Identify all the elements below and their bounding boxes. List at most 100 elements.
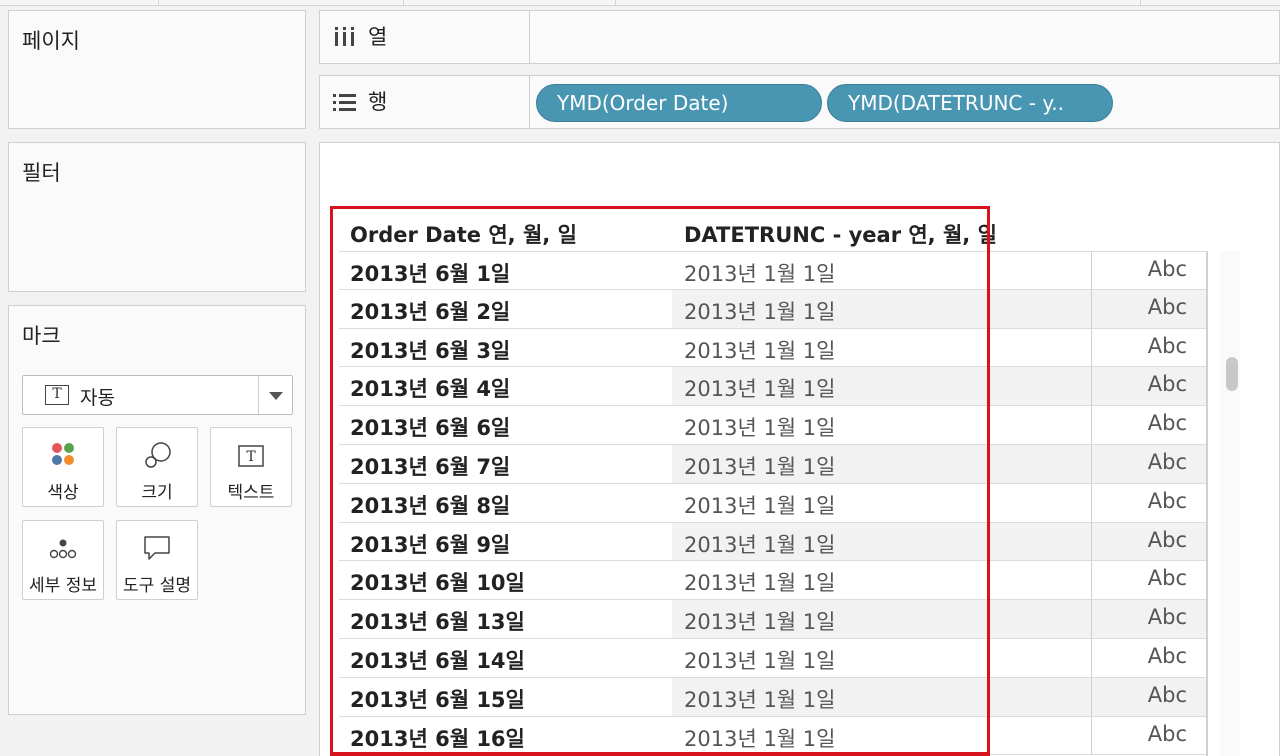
table-body: 2013년 6월 1일 2013년 1월 1일 Abc 2013년 6월 2일 2013… (339, 251, 1207, 756)
table-row[interactable]: 2013년 6월 13일 2013년 1월 1일 Abc (339, 600, 1207, 639)
rows-icon (333, 94, 356, 111)
text-mark-cell[interactable]: Abc (1148, 683, 1187, 707)
order-date-cell[interactable]: 2013년 6월 2일 (350, 296, 510, 326)
pages-panel[interactable]: 페이지 (8, 10, 306, 129)
cell-divider (1091, 483, 1092, 522)
mark-type-dropdown[interactable]: T 자동 (22, 375, 293, 415)
table-row[interactable]: 2013년 6월 16일 2013년 1월 1일 Abc (339, 716, 1207, 756)
filters-panel[interactable]: 필터 (8, 142, 306, 292)
text-icon: T (238, 445, 264, 467)
order-date-cell[interactable]: 2013년 6월 10일 (350, 567, 525, 597)
top-toolbar-strip (0, 0, 1280, 6)
datetrunc-cell[interactable]: 2013년 1월 1일 (684, 258, 835, 288)
mark-card-text[interactable]: T 텍스트 (210, 427, 292, 507)
table-row[interactable]: 2013년 6월 7일 2013년 1월 1일 Abc (339, 444, 1207, 484)
text-mark-cell[interactable]: Abc (1148, 644, 1187, 668)
toolbar-divider (403, 0, 404, 6)
order-date-cell[interactable]: 2013년 6월 8일 (350, 490, 510, 520)
datetrunc-cell[interactable]: 2013년 1월 1일 (684, 606, 835, 636)
detail-icon (49, 539, 77, 559)
datetrunc-cell[interactable]: 2013년 1월 1일 (684, 645, 835, 675)
text-mark-cell[interactable]: Abc (1148, 489, 1187, 513)
shelf-divider (529, 11, 530, 63)
cell-divider (1091, 522, 1092, 561)
view-canvas[interactable]: Order Date 연, 월, 일 DATETRUNC - year 연, 월… (319, 142, 1280, 756)
text-icon: T (45, 385, 69, 405)
rows-shelf[interactable]: 행 YMD(Order Date) YMD(DATETRUNC - y.. (319, 75, 1280, 129)
table-row[interactable]: 2013년 6월 4일 2013년 1월 1일 Abc (339, 367, 1207, 407)
cell-divider (1091, 677, 1092, 716)
datetrunc-cell[interactable]: 2013년 1월 1일 (684, 412, 835, 442)
color-icon (52, 443, 74, 465)
color-dot (64, 443, 74, 453)
text-mark-cell[interactable]: Abc (1148, 257, 1187, 281)
cell-divider (1091, 367, 1092, 406)
columns-shelf-label: 열 (368, 25, 388, 49)
column-header-order-date[interactable]: Order Date 연, 월, 일 (350, 219, 577, 249)
datetrunc-cell[interactable]: 2013년 1월 1일 (684, 723, 835, 753)
text-mark-cell[interactable]: Abc (1148, 450, 1187, 474)
order-date-cell[interactable]: 2013년 6월 9일 (350, 529, 510, 559)
datetrunc-cell[interactable]: 2013년 1월 1일 (684, 296, 835, 326)
text-mark-cell[interactable]: Abc (1148, 295, 1187, 319)
chevron-down-icon[interactable] (269, 392, 283, 400)
shelf-divider (529, 76, 530, 128)
text-icon-glyph: T (246, 449, 256, 465)
table-row[interactable]: 2013년 6월 1일 2013년 1월 1일 Abc (339, 251, 1207, 290)
table-row[interactable]: 2013년 6월 14일 2013년 1월 1일 Abc (339, 638, 1207, 678)
mark-card-tooltip[interactable]: 도구 설명 (116, 520, 198, 600)
toolbar-divider (1140, 0, 1141, 6)
size-icon (145, 442, 171, 468)
datetrunc-cell[interactable]: 2013년 1월 1일 (684, 451, 835, 481)
mark-card-label: 크기 (141, 483, 173, 503)
table-row[interactable]: 2013년 6월 9일 2013년 1월 1일 Abc (339, 522, 1207, 562)
text-mark-cell[interactable]: Abc (1148, 605, 1187, 629)
text-mark-cell[interactable]: Abc (1148, 528, 1187, 552)
vertical-scrollbar[interactable] (1220, 251, 1240, 756)
order-date-cell[interactable]: 2013년 6월 14일 (350, 645, 525, 675)
toolbar-divider (615, 0, 616, 6)
table-row[interactable]: 2013년 6월 8일 2013년 1월 1일 Abc (339, 483, 1207, 523)
columns-shelf[interactable]: 열 (319, 10, 1280, 64)
datetrunc-cell[interactable]: 2013년 1월 1일 (684, 490, 835, 520)
datetrunc-cell[interactable]: 2013년 1월 1일 (684, 335, 835, 365)
datetrunc-cell[interactable]: 2013년 1월 1일 (684, 373, 835, 403)
datetrunc-cell[interactable]: 2013년 1월 1일 (684, 567, 835, 597)
datetrunc-cell[interactable]: 2013년 1월 1일 (684, 684, 835, 714)
order-date-cell[interactable]: 2013년 6월 3일 (350, 335, 510, 365)
table-row[interactable]: 2013년 6월 3일 2013년 1월 1일 Abc (339, 328, 1207, 368)
order-date-cell[interactable]: 2013년 6월 7일 (350, 451, 510, 481)
mark-card-color[interactable]: 색상 (22, 427, 104, 507)
text-mark-cell[interactable]: Abc (1148, 722, 1187, 746)
mark-card-label: 세부 정보 (29, 576, 97, 596)
order-date-cell[interactable]: 2013년 6월 16일 (350, 723, 525, 753)
tableau-workspace: 페이지 필터 마크 T 자동 색상 크기 T 텍스트 세부 정보 도구 설명 열… (0, 0, 1280, 756)
column-header-datetrunc[interactable]: DATETRUNC - year 연, 월, 일 (684, 219, 997, 249)
text-mark-cell[interactable]: Abc (1148, 334, 1187, 358)
row-pill-order-date[interactable]: YMD(Order Date) (536, 84, 822, 122)
table-row[interactable]: 2013년 6월 15일 2013년 1월 1일 Abc (339, 677, 1207, 717)
order-date-cell[interactable]: 2013년 6월 15일 (350, 684, 525, 714)
cell-divider (1091, 289, 1092, 328)
row-pill-datetrunc[interactable]: YMD(DATETRUNC - y.. (827, 84, 1113, 122)
mark-card-label: 색상 (47, 483, 79, 503)
toolbar-divider (158, 0, 159, 6)
datetrunc-cell[interactable]: 2013년 1월 1일 (684, 529, 835, 559)
pages-panel-title: 페이지 (22, 29, 80, 53)
order-date-cell[interactable]: 2013년 6월 6일 (350, 412, 510, 442)
mark-card-size[interactable]: 크기 (116, 427, 198, 507)
rows-shelf-label: 행 (368, 90, 388, 114)
text-mark-cell[interactable]: Abc (1148, 411, 1187, 435)
table-row[interactable]: 2013년 6월 10일 2013년 1월 1일 Abc (339, 561, 1207, 601)
scrollbar-thumb[interactable] (1226, 357, 1238, 391)
mark-card-detail[interactable]: 세부 정보 (22, 520, 104, 600)
mark-card-label: 텍스트 (227, 483, 275, 503)
order-date-cell[interactable]: 2013년 6월 13일 (350, 606, 525, 636)
table-row[interactable]: 2013년 6월 6일 2013년 1월 1일 Abc (339, 406, 1207, 445)
text-mark-cell[interactable]: Abc (1148, 566, 1187, 590)
table-row[interactable]: 2013년 6월 2일 2013년 1월 1일 Abc (339, 289, 1207, 329)
order-date-cell[interactable]: 2013년 6월 1일 (350, 258, 510, 288)
text-mark-cell[interactable]: Abc (1148, 372, 1187, 396)
color-dot (52, 443, 62, 453)
order-date-cell[interactable]: 2013년 6월 4일 (350, 373, 510, 403)
